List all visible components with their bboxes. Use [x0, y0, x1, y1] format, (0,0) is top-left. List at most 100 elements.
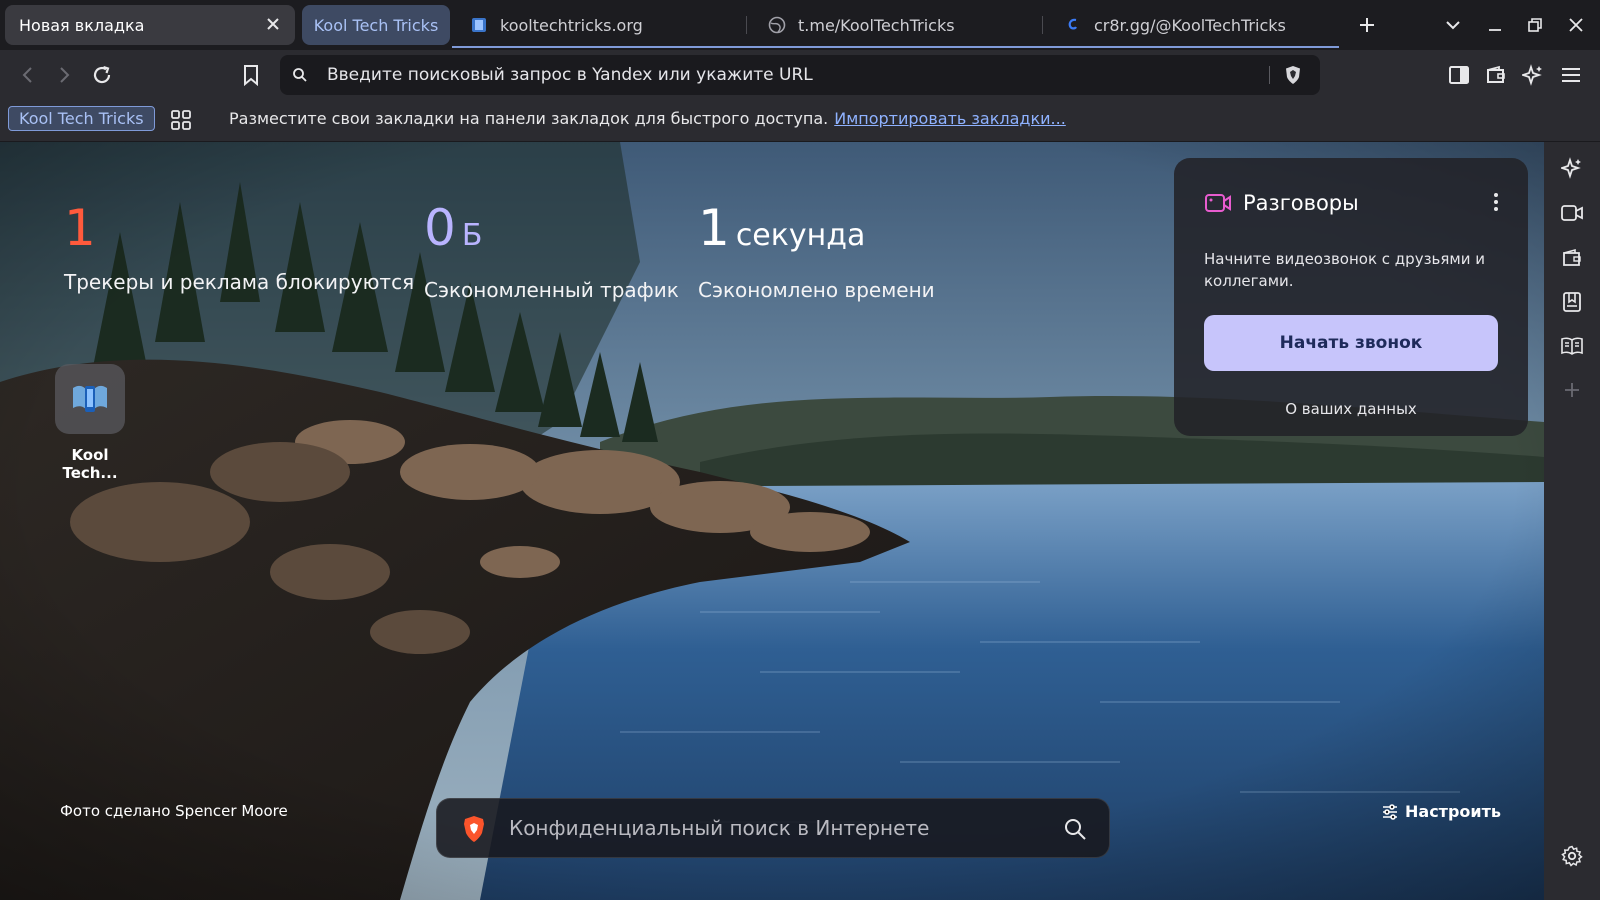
bookmarks-hint-text: Разместите свои закладки на панели закла… [229, 109, 829, 128]
close-icon [1569, 18, 1583, 32]
sparkle-star-icon [1561, 157, 1581, 179]
tab-group-label: Kool Tech Tricks [313, 15, 439, 35]
tab-telegram[interactable]: t.me/KoolTechTricks [756, 5, 1036, 45]
import-bookmarks-link[interactable]: Импортировать закладки... [834, 109, 1066, 128]
sidebar-item-wallet[interactable] [1560, 246, 1584, 270]
brave-shields-icon[interactable] [1283, 65, 1303, 85]
video-camera-icon [1561, 205, 1583, 221]
tab-title: cr8r.gg/@KoolTechTricks [1094, 15, 1286, 35]
bookmark-icon [244, 65, 258, 86]
close-window-button[interactable] [1563, 12, 1589, 38]
minimize-button[interactable] [1482, 12, 1508, 38]
apps-grid-icon[interactable] [170, 109, 192, 131]
bookmarks-group-kool-tech-tricks[interactable]: Kool Tech Tricks [8, 106, 155, 131]
reload-icon [93, 65, 111, 84]
sidebar-add-item-button[interactable] [1560, 378, 1584, 402]
close-icon[interactable] [263, 14, 283, 34]
sidebar-toggle-button[interactable] [1446, 62, 1472, 88]
bookmarks-bar: Kool Tech Tricks Разместите свои закладк… [0, 100, 1600, 142]
sidebar-settings-button[interactable] [1560, 844, 1584, 868]
talk-title: Разговоры [1243, 191, 1359, 215]
sidebar-item-reading-list[interactable] [1560, 334, 1584, 358]
gear-icon [1561, 845, 1583, 867]
customize-button[interactable]: Настроить [1381, 802, 1501, 821]
back-button[interactable] [15, 62, 41, 88]
back-arrow-icon [22, 67, 32, 83]
bandwidth-value-row: 0Б [424, 200, 679, 264]
bookmarks-panel-icon [1563, 292, 1581, 312]
wallet-icon [1563, 248, 1581, 266]
reload-button[interactable] [89, 62, 115, 88]
bookmark-button[interactable] [238, 62, 264, 88]
sidebar-panel-icon [1449, 66, 1469, 84]
address-bar-placeholder: Введите поисковый запрос в Yandex или ук… [327, 65, 813, 85]
minimize-icon [1489, 29, 1501, 31]
side-panel-rail [1544, 142, 1600, 900]
site-favicon-icon [470, 16, 488, 34]
main-menu-button[interactable] [1558, 62, 1584, 88]
tab-title: Новая вкладка [19, 15, 145, 35]
tab-separator [1042, 16, 1043, 34]
stat-bandwidth: 0Б Сэкономленный трафик [424, 200, 679, 302]
tab-search-button[interactable] [1440, 12, 1466, 38]
divider [1269, 66, 1270, 84]
wallet-icon [1487, 65, 1505, 83]
address-bar[interactable]: Введите поисковый запрос в Yandex или ук… [280, 55, 1320, 95]
site-favicon-icon [55, 364, 125, 434]
time-label: Сэкономлено времени [698, 278, 935, 302]
settings-sliders-icon [1381, 803, 1399, 821]
bandwidth-value: 0 [424, 199, 456, 257]
chevron-down-icon [1446, 21, 1460, 30]
bandwidth-unit: Б [461, 218, 483, 253]
new-tab-page: 1 Трекеры и реклама блокируются 0Б Сэкон… [0, 142, 1544, 900]
brave-lion-icon [461, 815, 487, 843]
top-site-tile[interactable]: Kool Tech... [46, 364, 134, 482]
forward-button[interactable] [51, 62, 77, 88]
bandwidth-label: Сэкономленный трафик [424, 278, 679, 302]
wallet-button[interactable] [1483, 62, 1509, 88]
stat-trackers: 1 Трекеры и реклама блокируются [64, 200, 414, 294]
toolbar: Введите поисковый запрос в Yandex или ук… [0, 50, 1600, 100]
trackers-label: Трекеры и реклама блокируются [64, 270, 415, 294]
sidebar-item-leo[interactable] [1560, 156, 1584, 180]
tab-kooltechtricks-org[interactable]: kooltechtricks.org [458, 5, 743, 45]
top-site-label: Kool Tech... [62, 446, 118, 482]
sidebar-item-talk[interactable] [1560, 201, 1584, 225]
leo-ai-button[interactable] [1520, 62, 1546, 88]
time-unit: секунда [735, 218, 866, 253]
photo-credit[interactable]: Фото сделано Spencer Moore [60, 802, 288, 820]
more-options-icon[interactable] [1492, 192, 1500, 212]
tab-title: t.me/KoolTechTricks [798, 15, 955, 35]
tab-separator [746, 16, 747, 34]
restore-button[interactable] [1522, 12, 1548, 38]
trackers-count: 1 [64, 199, 96, 257]
reading-list-icon [1561, 337, 1583, 355]
time-value: 1 [698, 199, 730, 257]
tab-title: kooltechtricks.org [500, 15, 643, 35]
hamburger-menu-icon [1562, 68, 1580, 82]
video-camera-icon [1204, 192, 1232, 214]
tab-strip: Новая вкладка Kool Tech Tricks kooltecht… [0, 0, 1600, 50]
tab-group-indicator [452, 46, 1339, 48]
search-icon [292, 67, 308, 83]
time-value-row: 1 секунда [698, 200, 935, 264]
sparkle-star-icon [1522, 64, 1542, 86]
about-your-data-link[interactable]: О ваших данных [1174, 400, 1528, 418]
tab-cr8r[interactable]: cr8r.gg/@KoolTechTricks [1052, 5, 1337, 45]
forward-arrow-icon [60, 67, 70, 83]
tab-group-chip[interactable]: Kool Tech Tricks [302, 5, 450, 45]
start-call-button[interactable]: Начать звонок [1204, 315, 1498, 371]
restore-icon [1528, 18, 1542, 32]
private-search-box[interactable]: Конфиденциальный поиск в Интернете [436, 798, 1110, 858]
plus-icon [1565, 383, 1579, 397]
new-tab-button[interactable] [1354, 12, 1380, 38]
bookmarks-hint: Разместите свои закладки на панели закла… [229, 109, 1066, 128]
search-placeholder: Конфиденциальный поиск в Интернете [509, 816, 930, 840]
plus-icon [1360, 18, 1374, 32]
talk-widget: Разговоры Начните видеозвонок с друзьями… [1174, 158, 1528, 436]
sidebar-item-bookmarks[interactable] [1560, 290, 1584, 314]
search-icon[interactable] [1063, 817, 1087, 841]
tab-new-tab[interactable]: Новая вкладка [5, 5, 295, 45]
creator-favicon-icon [1064, 16, 1082, 34]
globe-icon [768, 16, 786, 34]
